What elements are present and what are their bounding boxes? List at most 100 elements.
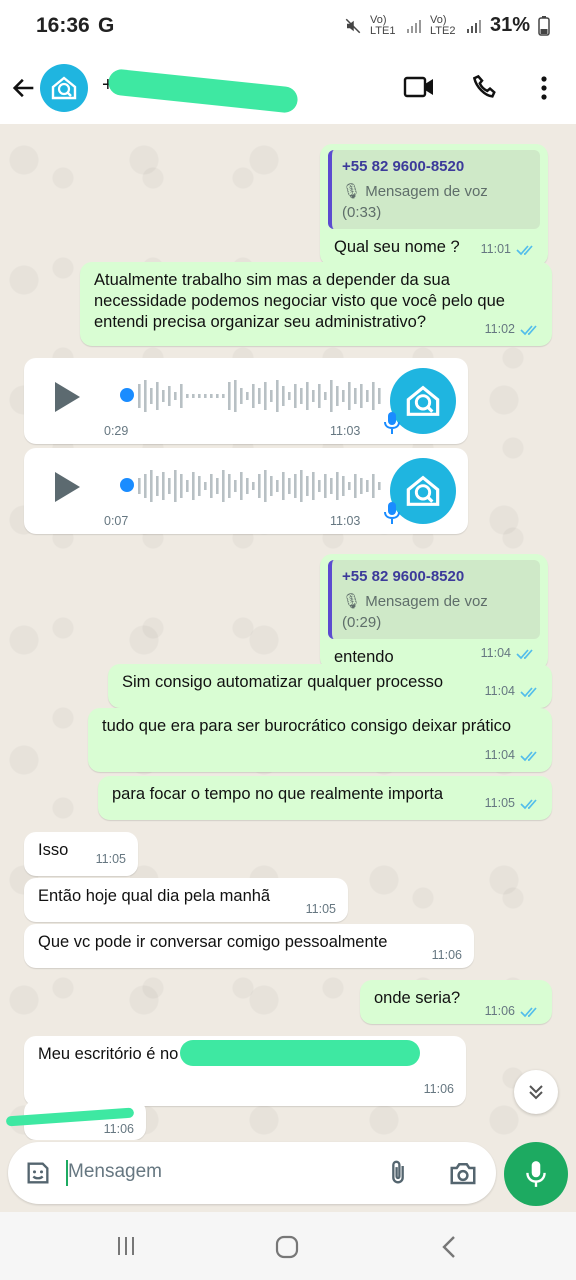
- message-text: Sim consigo automatizar qualquer process…: [122, 673, 444, 691]
- avatar-logo-icon: [406, 385, 440, 416]
- voice-duration: 0:29: [104, 424, 129, 438]
- message-meta: 11:06: [485, 1001, 540, 1022]
- mic-icon: [526, 1161, 546, 1187]
- double-tick-icon: [520, 686, 537, 697]
- phone-icon[interactable]: [470, 72, 500, 102]
- camera-icon[interactable]: [448, 1158, 478, 1188]
- message-meta: 11:05: [96, 849, 126, 870]
- message-text: Que vc pode ir conversar comigo pessoalm…: [38, 933, 388, 951]
- scroll-down-button[interactable]: [514, 1070, 558, 1114]
- back-arrow-icon[interactable]: [10, 74, 38, 102]
- more-vert-icon[interactable]: [534, 74, 554, 102]
- message-time: 11:04: [484, 748, 515, 762]
- nav-recents-icon[interactable]: [114, 1234, 138, 1258]
- message-text: tudo que era para ser burocrático consig…: [102, 717, 512, 735]
- message-input[interactable]: Mensagem: [68, 1161, 162, 1183]
- message-time: 11:06: [431, 948, 462, 962]
- quoted-text: 🎙 Mensagem de voz (0:33): [342, 183, 488, 221]
- chat-header: +: [0, 52, 576, 124]
- video-call-icon[interactable]: [402, 72, 436, 102]
- double-tick-icon: [520, 798, 537, 809]
- network-type-icon: G: [98, 14, 115, 37]
- message-meta: 11:06: [424, 1079, 454, 1100]
- redaction-mark: [180, 1040, 420, 1066]
- message-meta: 11:02: [485, 319, 540, 340]
- quoted-sender: +55 82 9600-8520: [342, 158, 465, 175]
- message-meta: 11:04: [485, 745, 540, 766]
- status-indicators: Vo) LTE1 Vo) LTE2 31%: [344, 14, 550, 37]
- message-text: Atualmente trabalho sim mas a depender d…: [94, 271, 505, 331]
- message-meta: 11:06: [432, 945, 462, 966]
- signal2-icon: [466, 19, 481, 33]
- message-out[interactable]: Atualmente trabalho sim mas a depender d…: [80, 262, 552, 346]
- system-nav-bar: [0, 1212, 576, 1280]
- playback-dot[interactable]: [120, 388, 134, 402]
- message-meta: 11:05: [306, 899, 336, 920]
- message-text: Qual seu nome ?: [334, 238, 460, 256]
- avatar[interactable]: [40, 64, 88, 112]
- quoted-text: 🎙 Mensagem de voz (0:29): [342, 593, 488, 631]
- message-text: onde seria?: [374, 989, 461, 1007]
- signal1-icon: [406, 19, 421, 33]
- attach-icon[interactable]: [384, 1158, 412, 1188]
- message-meta: 11:01: [481, 239, 536, 260]
- voice-message[interactable]: 0:07 11:03: [24, 448, 468, 534]
- message-time: 11:05: [484, 796, 515, 810]
- sticker-icon[interactable]: [24, 1159, 52, 1187]
- message-in[interactable]: Que vc pode ir conversar comigo pessoalm…: [24, 924, 474, 968]
- scroll-down-icon: [529, 1085, 543, 1100]
- message-time: 11:05: [305, 902, 336, 916]
- message-time: 11:02: [484, 322, 515, 336]
- message-out[interactable]: +55 82 9600-8520 🎙 Mensagem de voz (0:33…: [320, 144, 548, 266]
- message-time: 11:03: [330, 514, 361, 528]
- message-in[interactable]: Então hoje qual dia pela manhã 11:05: [24, 878, 348, 922]
- voice-duration: 0:07: [104, 514, 129, 528]
- play-icon[interactable]: [52, 470, 82, 504]
- quoted-message[interactable]: +55 82 9600-8520 🎙 Mensagem de voz (0:33…: [328, 150, 540, 229]
- message-out[interactable]: onde seria? 11:06: [360, 980, 552, 1024]
- waveform[interactable]: [136, 468, 388, 504]
- sim1-label: Vo) LTE1: [369, 13, 396, 37]
- message-in[interactable]: Isso 11:05: [24, 832, 138, 876]
- mute-icon: [345, 18, 361, 33]
- message-time: 11:05: [95, 852, 126, 866]
- message-out[interactable]: para focar o tempo no que realmente impo…: [98, 776, 552, 820]
- status-time: 16:36: [36, 14, 90, 37]
- message-out[interactable]: +55 82 9600-8520 🎙 Mensagem de voz (0:29…: [320, 554, 548, 670]
- double-tick-icon: [520, 324, 537, 335]
- message-meta: 11:04: [485, 681, 540, 702]
- nav-home-icon[interactable]: [274, 1234, 300, 1260]
- chat-area[interactable]: +55 82 9600-8520 🎙 Mensagem de voz (0:33…: [0, 124, 576, 1140]
- playback-dot[interactable]: [120, 478, 134, 492]
- message-text: Meu escritório é no: [38, 1045, 179, 1063]
- double-tick-icon: [516, 244, 533, 255]
- message-composer[interactable]: Mensagem: [8, 1142, 496, 1204]
- mic-small-icon: 🎙: [342, 183, 366, 200]
- voice-record-button[interactable]: [504, 1142, 568, 1206]
- message-text: Isso: [38, 841, 69, 859]
- message-meta: 11:06: [104, 1119, 134, 1140]
- double-tick-icon: [520, 1006, 537, 1017]
- battery-percent: 31%: [489, 14, 530, 36]
- message-out[interactable]: tudo que era para ser burocrático consig…: [88, 708, 552, 772]
- waveform[interactable]: [136, 378, 388, 414]
- mic-small-icon: 🎙: [342, 593, 366, 610]
- double-tick-icon: [516, 648, 533, 659]
- status-bar: 16:36 G Vo) LTE1 Vo) LTE2 31%: [0, 0, 576, 52]
- message-time: 11:06: [103, 1122, 134, 1136]
- avatar-logo-icon: [51, 76, 77, 100]
- message-text: Então hoje qual dia pela manhã: [38, 887, 271, 905]
- message-text: para focar o tempo no que realmente impo…: [112, 785, 444, 803]
- message-meta: 11:04: [481, 643, 536, 664]
- play-icon[interactable]: [52, 380, 82, 414]
- battery-icon: [538, 15, 550, 36]
- quoted-message[interactable]: +55 82 9600-8520 🎙 Mensagem de voz (0:29…: [328, 560, 540, 639]
- nav-back-icon[interactable]: [438, 1234, 460, 1260]
- quoted-sender: +55 82 9600-8520: [342, 568, 465, 585]
- message-meta: 11:05: [485, 793, 540, 814]
- message-out[interactable]: Sim consigo automatizar qualquer process…: [108, 664, 552, 708]
- sim2-label: Vo) LTE2: [429, 13, 456, 37]
- mic-small-icon: [384, 412, 400, 434]
- message-time: 11:06: [484, 1004, 515, 1018]
- voice-message[interactable]: 0:29 11:03: [24, 358, 468, 444]
